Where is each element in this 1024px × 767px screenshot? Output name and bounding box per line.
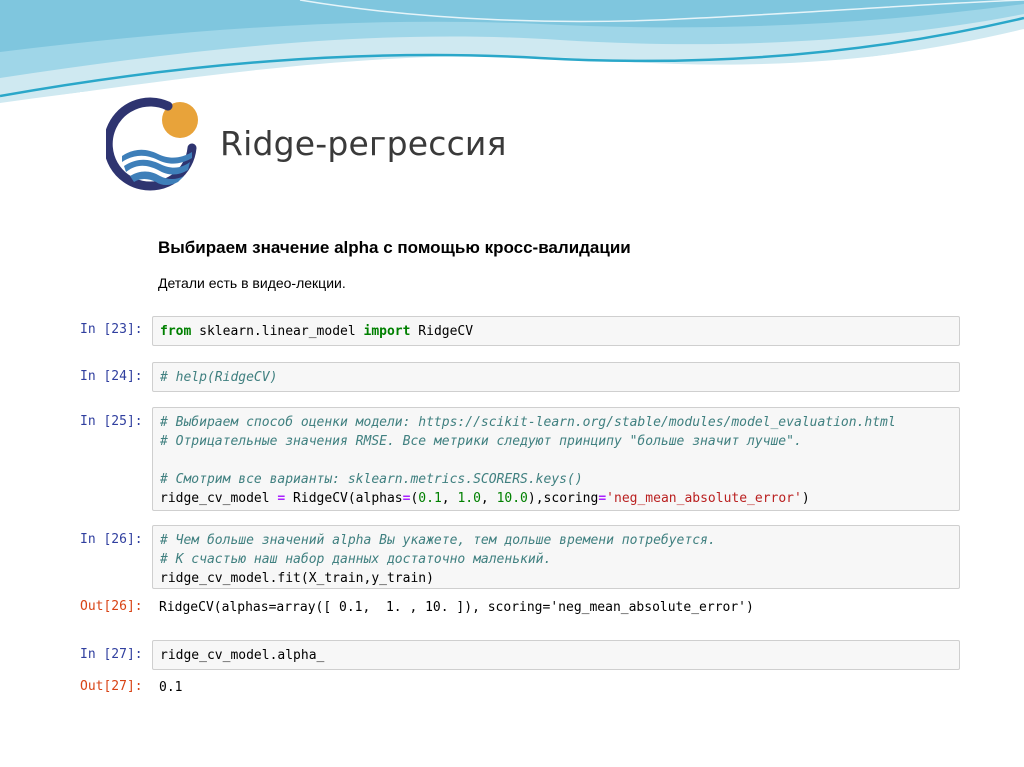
- slide-title: Ridge-регрессия: [220, 124, 507, 163]
- input-prompt: In [25]:: [80, 414, 143, 429]
- input-prompt: In [27]:: [80, 647, 143, 662]
- title-banner: Ridge-регрессия: [80, 92, 540, 204]
- input-prompt: In [24]:: [80, 369, 143, 384]
- markdown-text: Детали есть в видео-лекции.: [158, 275, 346, 291]
- code-comment: # Чем больше значений alpha Вы укажете, …: [160, 533, 716, 548]
- code-token: =: [402, 491, 411, 506]
- code-token: import: [363, 324, 411, 339]
- code-line: ridge_cv_model.fit(X_train,y_train): [160, 571, 434, 586]
- code-token: 0.1: [418, 491, 442, 506]
- code-token: =: [598, 491, 607, 506]
- code-block: # Чем больше значений alpha Вы укажете, …: [160, 531, 716, 588]
- output-prompt: Out[26]:: [80, 599, 143, 614]
- output-text: RidgeCV(alphas=array([ 0.1, 1. , 10. ]),…: [159, 600, 754, 615]
- code-cell[interactable]: ridge_cv_model.alpha_: [152, 640, 960, 670]
- code-block: # Выбираем способ оценки модели: https:/…: [160, 415, 896, 506]
- output-area: 0.1: [152, 674, 960, 704]
- code-cell[interactable]: from sklearn.linear_model import RidgeCV: [152, 316, 960, 346]
- input-prompt: In [26]:: [80, 532, 143, 547]
- code-cell[interactable]: # Чем больше значений alpha Вы укажете, …: [152, 525, 960, 589]
- code-token: from: [160, 324, 192, 339]
- code-line: from sklearn.linear_model import RidgeCV: [160, 324, 474, 339]
- output-prompt: Out[27]:: [80, 679, 143, 694]
- output-area: RidgeCV(alphas=array([ 0.1, 1. , 10. ]),…: [152, 594, 960, 624]
- code-cell[interactable]: # Выбираем способ оценки модели: https:/…: [152, 407, 960, 511]
- code-comment: # Выбираем способ оценки модели: https:/…: [160, 415, 896, 430]
- code-token: 10.0: [496, 491, 528, 506]
- markdown-heading: Выбираем значение alpha с помощью кросс-…: [158, 238, 631, 257]
- code-comment: # Смотрим все варианты: sklearn.metrics.…: [160, 472, 583, 487]
- code-token: 1.0: [457, 491, 481, 506]
- output-text: 0.1: [159, 680, 183, 695]
- code-token: =: [277, 491, 286, 506]
- notebook-screenshot: Выбираем значение alpha с помощью кросс-…: [64, 222, 960, 706]
- code-comment: # Отрицательные значения RMSE. Все метри…: [160, 434, 802, 449]
- code-comment: # К счастью наш набор данных достаточно …: [160, 552, 552, 567]
- sea-sun-logo-icon: [106, 97, 198, 191]
- code-token: 'neg_mean_absolute_error': [606, 491, 802, 506]
- code-cell[interactable]: # help(RidgeCV): [152, 362, 960, 392]
- code-line: # help(RidgeCV): [160, 370, 278, 385]
- code-line: ridge_cv_model.alpha_: [160, 648, 325, 663]
- input-prompt: In [23]:: [80, 322, 143, 337]
